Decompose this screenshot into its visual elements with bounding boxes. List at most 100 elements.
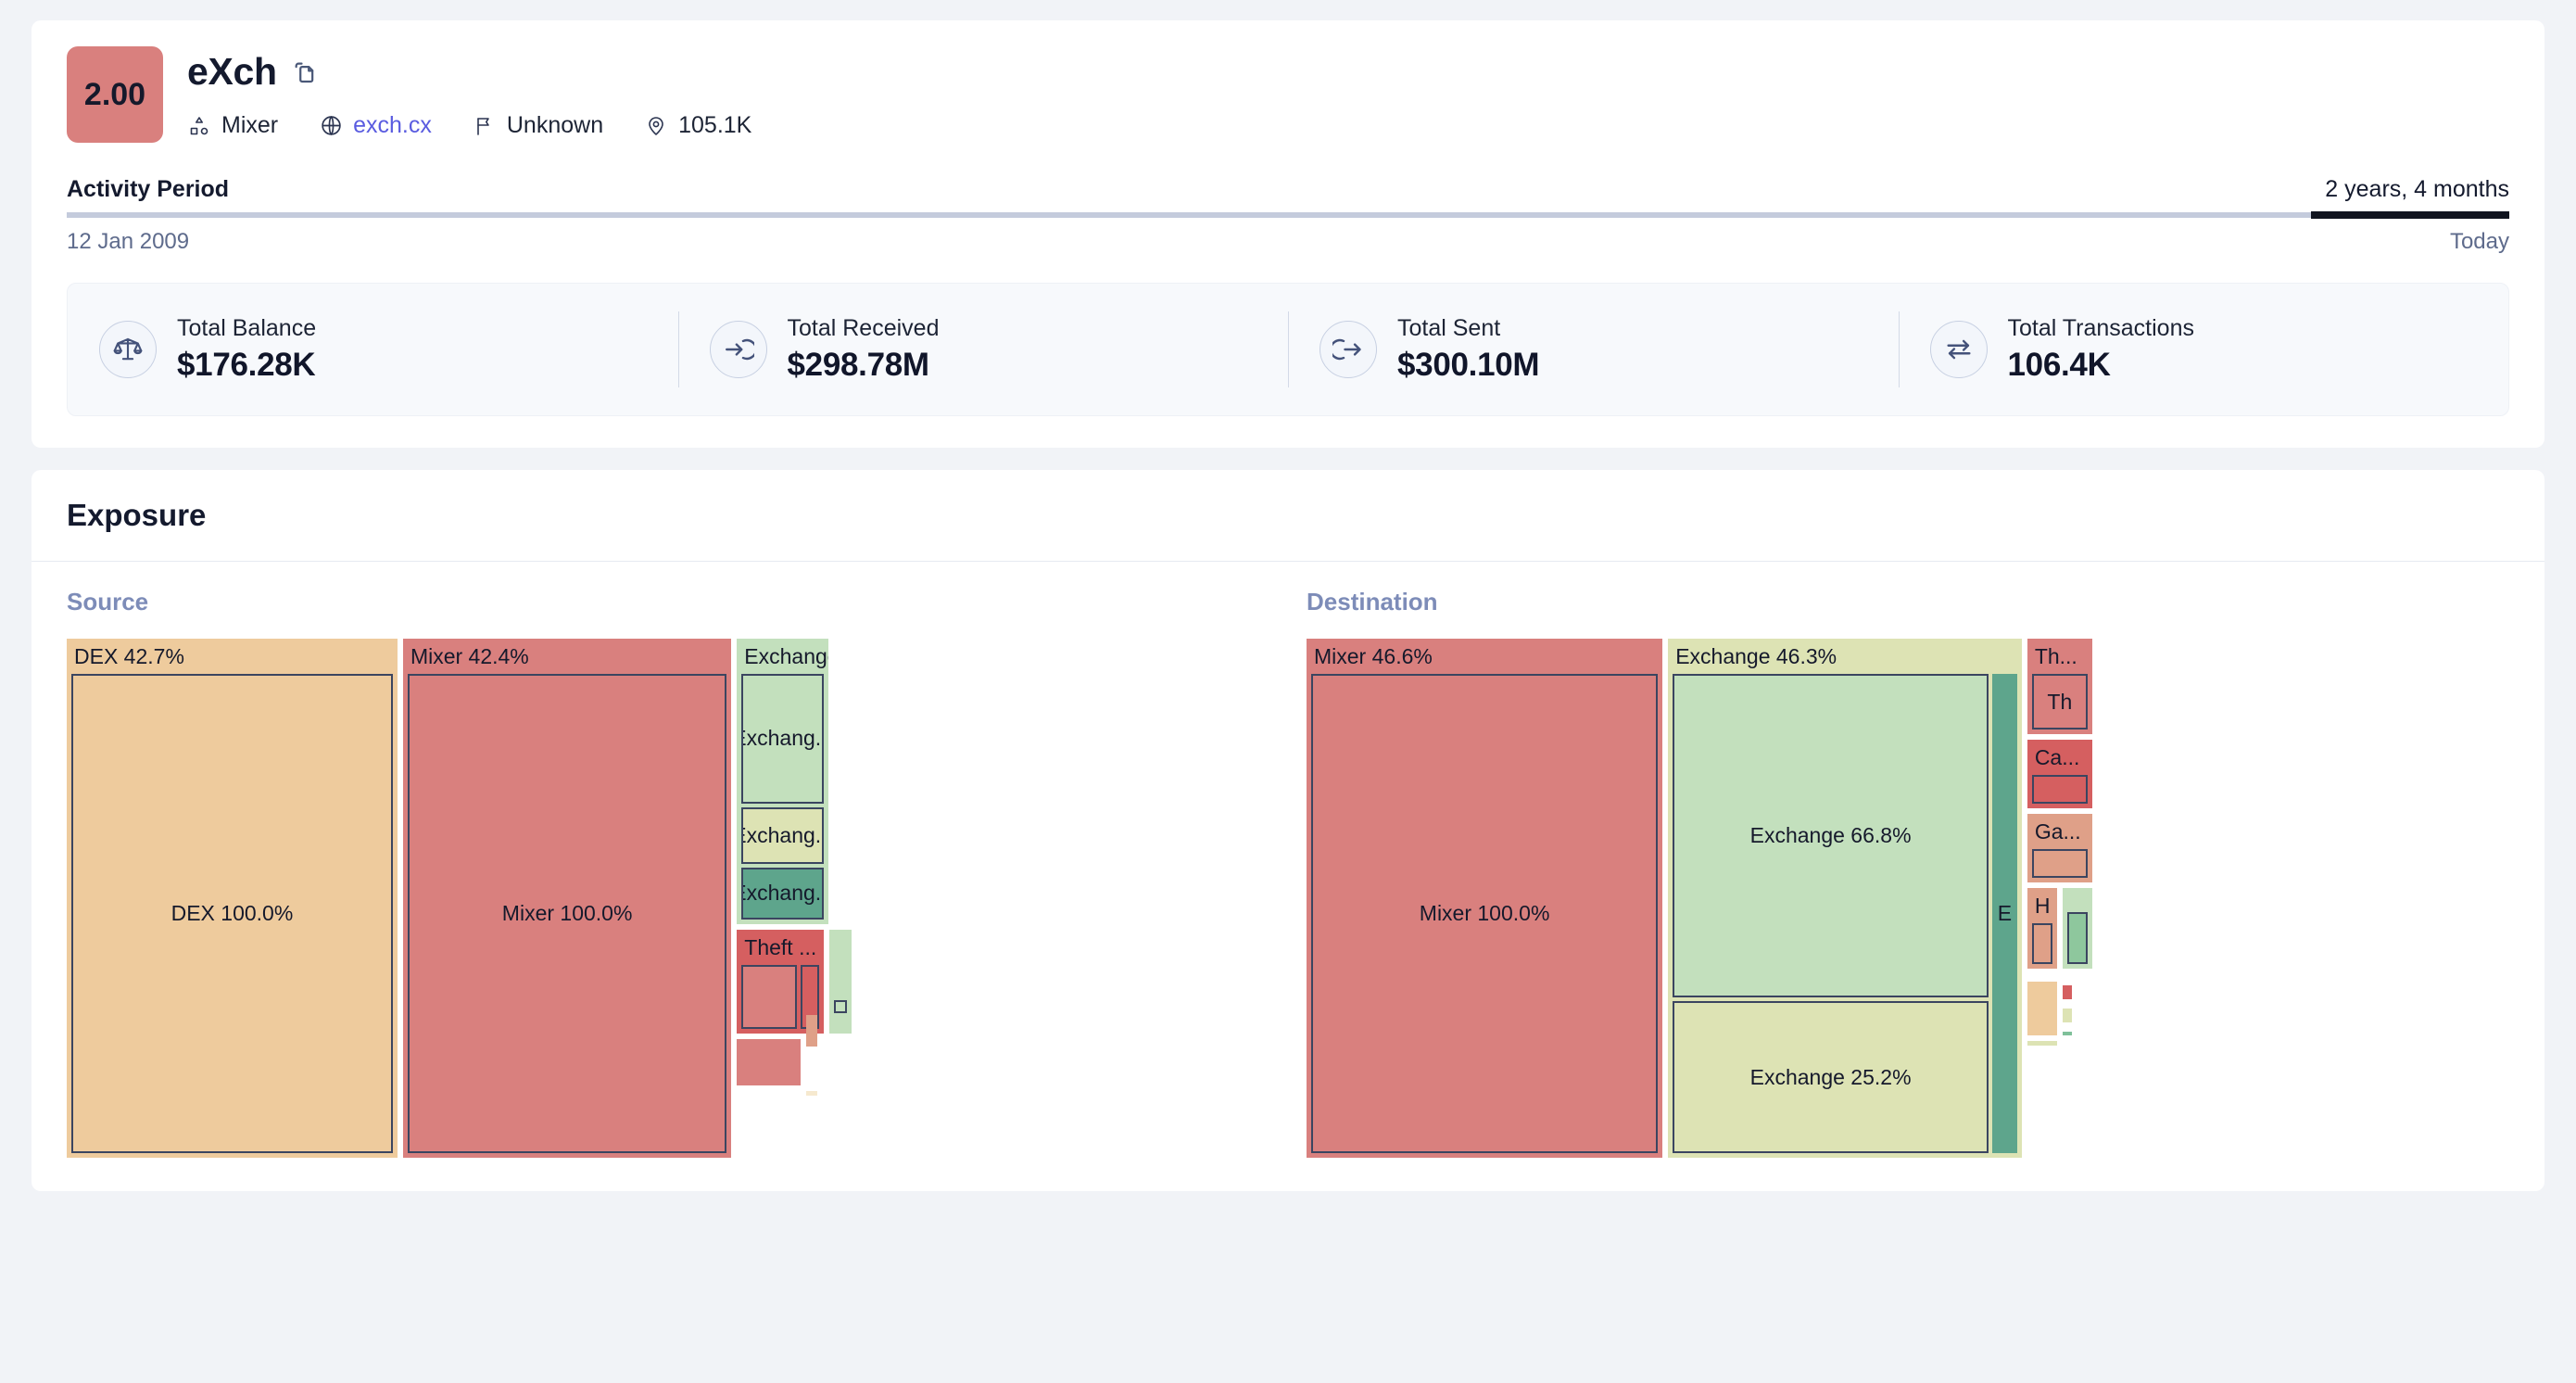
entity-header-card: 2.00 eXch bbox=[32, 20, 2544, 448]
treemap-group[interactable]: Ga... bbox=[2027, 814, 2092, 882]
stat-label: Total Balance bbox=[177, 315, 316, 342]
activity-period-title: Activity Period bbox=[67, 176, 229, 203]
copy-icon[interactable] bbox=[292, 59, 318, 85]
treemap-group-children: Mixer 100.0% bbox=[1307, 669, 1662, 1158]
treemap-group-children: Exchang... Exchang... Exchang... bbox=[737, 669, 828, 924]
treemap-leaf[interactable]: Exchang... bbox=[741, 674, 824, 804]
treemap-leaf[interactable]: Exchange 66.8% bbox=[1673, 674, 1989, 997]
treemap-group-label: Ca... bbox=[2027, 740, 2092, 770]
treemap-group[interactable] bbox=[806, 1091, 817, 1096]
scales-icon bbox=[99, 321, 157, 378]
treemap-group-children: Exchange 66.8% Exchange 25.2% E bbox=[1668, 669, 2022, 1158]
treemap-leaf[interactable]: Exchang... bbox=[741, 868, 824, 920]
exposure-card: Exposure Source DEX 42.7% DEX 100.0% Mix… bbox=[32, 470, 2544, 1191]
exposure-title: Exposure bbox=[32, 470, 2544, 561]
treemap-leaf[interactable] bbox=[741, 965, 797, 1029]
treemap-group-children: Th bbox=[2027, 669, 2092, 734]
stat-total-received: Total Received $298.78M bbox=[678, 308, 1289, 391]
treemap-group bbox=[2063, 982, 2092, 1036]
treemap-leaf[interactable] bbox=[2032, 849, 2088, 878]
treemap-group bbox=[2063, 1041, 2092, 1049]
treemap-group[interactable] bbox=[2027, 1041, 2057, 1046]
destination-treemap: Mixer 46.6% Mixer 100.0% Exchange 46.3% … bbox=[1307, 639, 2509, 1158]
treemap-stack: Th... Th Ca... Ga... bbox=[2027, 639, 2092, 1158]
treemap-group[interactable] bbox=[806, 1015, 817, 1047]
entity-website-label[interactable]: exch.cx bbox=[353, 112, 432, 139]
treemap-group[interactable] bbox=[2063, 888, 2091, 969]
entity-identity-row: 2.00 eXch bbox=[67, 46, 2509, 143]
treemap-group[interactable] bbox=[2027, 982, 2057, 1036]
exposure-destination-title: Destination bbox=[1307, 588, 2509, 616]
activity-period-fill bbox=[2311, 211, 2509, 219]
stat-value: $176.28K bbox=[177, 347, 316, 384]
treemap-leaf[interactable] bbox=[2032, 923, 2053, 964]
entity-category-label: Mixer bbox=[221, 112, 278, 139]
activity-period-top: Activity Period 2 years, 4 months bbox=[67, 176, 2509, 203]
stats-strip: Total Balance $176.28K Total Received $2… bbox=[67, 283, 2509, 416]
entity-addresses-label: 105.1K bbox=[678, 112, 751, 139]
treemap-row bbox=[2027, 1041, 2092, 1049]
treemap-group[interactable]: Exchange ... Exchang... Exchang... Excha… bbox=[737, 639, 828, 924]
treemap-group-label: Exchange 46.3% bbox=[1668, 639, 2022, 669]
exposure-source-title: Source bbox=[67, 588, 1269, 616]
treemap-group[interactable]: Mixer 42.4% Mixer 100.0% bbox=[403, 639, 731, 1158]
treemap-leaf[interactable] bbox=[2063, 985, 2072, 999]
treemap-stack: Exchange ... Exchang... Exchang... Excha… bbox=[737, 639, 828, 1158]
treemap-group-children bbox=[2063, 888, 2091, 969]
entity-category: Mixer bbox=[187, 112, 278, 139]
entity-website[interactable]: exch.cx bbox=[319, 112, 432, 139]
treemap-group[interactable]: H bbox=[2027, 888, 2058, 969]
flag-icon bbox=[473, 114, 497, 138]
treemap-leaf[interactable]: Mixer 100.0% bbox=[408, 674, 726, 1153]
exposure-destination-panel: Destination Mixer 46.6% Mixer 100.0% Exc… bbox=[1307, 588, 2509, 1158]
treemap-group-children: Mixer 100.0% bbox=[403, 669, 731, 1158]
treemap-leaf[interactable]: Exchange 25.2% bbox=[1673, 1001, 1989, 1153]
treemap-group[interactable] bbox=[737, 1039, 801, 1085]
treemap-leaf[interactable] bbox=[2032, 775, 2088, 804]
risk-score-badge: 2.00 bbox=[67, 46, 163, 143]
treemap-subcolumn: Exchange 66.8% Exchange 25.2% bbox=[1673, 674, 1989, 1153]
treemap-leaf[interactable] bbox=[2063, 1032, 2072, 1035]
entity-details: eXch bbox=[187, 46, 751, 139]
stat-total-sent: Total Sent $300.10M bbox=[1288, 308, 1899, 391]
treemap-leaf[interactable] bbox=[2063, 1009, 2072, 1022]
treemap-group bbox=[823, 1091, 828, 1107]
stat-value: $298.78M bbox=[788, 347, 940, 384]
treemap-group[interactable]: Th... Th bbox=[2027, 639, 2092, 734]
map-pin-icon bbox=[644, 114, 668, 138]
treemap-group[interactable]: Ca... bbox=[2027, 740, 2092, 808]
entity-name-line: eXch bbox=[187, 50, 751, 94]
entity-addresses: 105.1K bbox=[644, 112, 751, 139]
treemap-group-label: Ga... bbox=[2027, 814, 2092, 844]
globe-icon bbox=[319, 114, 343, 138]
treemap-group bbox=[823, 1039, 828, 1085]
treemap-group[interactable]: Exchange 46.3% Exchange 66.8% Exchange 2… bbox=[1668, 639, 2022, 1158]
entity-jurisdiction: Unknown bbox=[473, 112, 603, 139]
transfer-icon bbox=[1930, 321, 1988, 378]
treemap-row bbox=[737, 1091, 828, 1107]
stat-label: Total Sent bbox=[1397, 315, 1539, 342]
treemap-leaf[interactable] bbox=[2067, 912, 2087, 964]
treemap-leaf[interactable]: E bbox=[1992, 674, 2017, 1153]
treemap-leaf[interactable] bbox=[834, 1000, 847, 1013]
treemap-group-label: Mixer 46.6% bbox=[1307, 639, 1662, 669]
treemap-group-children bbox=[829, 930, 852, 1034]
treemap-leaf[interactable]: Exchang... bbox=[741, 807, 824, 864]
treemap-group-children bbox=[2027, 844, 2092, 882]
treemap-group-label: Mixer 42.4% bbox=[403, 639, 731, 669]
treemap-leaf[interactable]: Th bbox=[2032, 674, 2088, 730]
treemap-group[interactable] bbox=[829, 930, 852, 1034]
treemap-group[interactable]: DEX 42.7% DEX 100.0% bbox=[67, 639, 398, 1158]
source-treemap: DEX 42.7% DEX 100.0% Mixer 42.4% Mixer 1… bbox=[67, 639, 1269, 1158]
treemap-group-label: DEX 42.7% bbox=[67, 639, 398, 669]
activity-end-date: Today bbox=[2450, 229, 2509, 255]
stat-value: $300.10M bbox=[1397, 347, 1539, 384]
stat-value: 106.4K bbox=[2008, 347, 2195, 384]
activity-period-track bbox=[67, 212, 2509, 218]
treemap-group-label: Th... bbox=[2027, 639, 2092, 669]
treemap-leaf[interactable]: DEX 100.0% bbox=[71, 674, 393, 1153]
exposure-body: Source DEX 42.7% DEX 100.0% Mixer 42.4% … bbox=[32, 562, 2544, 1191]
treemap-leaf[interactable]: Mixer 100.0% bbox=[1311, 674, 1658, 1153]
treemap-group-label: H bbox=[2027, 888, 2058, 919]
treemap-group[interactable]: Mixer 46.6% Mixer 100.0% bbox=[1307, 639, 1662, 1158]
